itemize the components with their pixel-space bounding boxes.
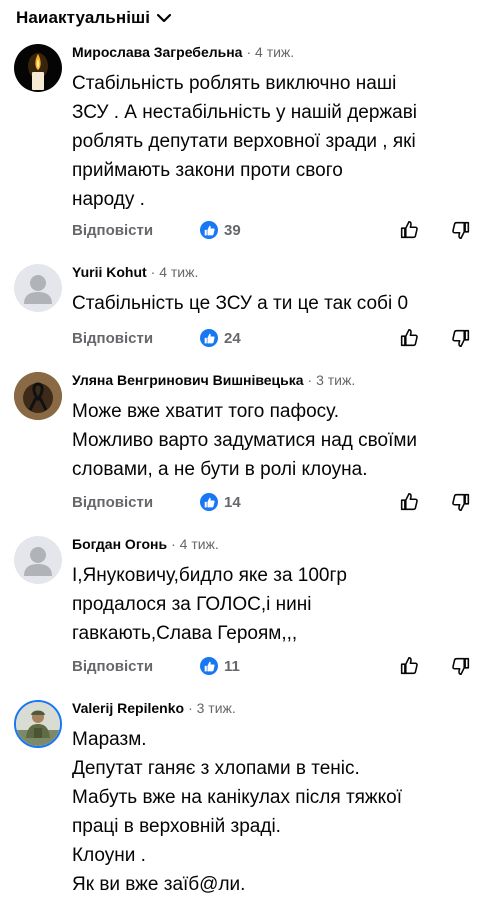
arrow-down-icon[interactable] bbox=[450, 491, 472, 513]
default-avatar-icon bbox=[14, 536, 62, 584]
like-count: 24 bbox=[224, 329, 241, 347]
timestamp[interactable]: · 4 тиж. bbox=[171, 536, 219, 552]
thumbs-up-icon bbox=[200, 329, 218, 347]
timestamp[interactable]: · 4 тиж. bbox=[246, 44, 294, 60]
arrow-up-icon[interactable] bbox=[398, 327, 420, 349]
reply-button[interactable]: Відповісти bbox=[72, 330, 200, 347]
chevron-down-icon bbox=[157, 13, 172, 23]
arrow-down-icon[interactable] bbox=[450, 219, 472, 241]
like-summary[interactable]: 39 bbox=[200, 221, 241, 239]
comment-text: Стабільність це ЗСУ а ти це так собі 0 bbox=[72, 293, 409, 314]
thumbs-up-icon bbox=[200, 657, 218, 675]
arrow-down-icon[interactable] bbox=[450, 327, 472, 349]
timestamp[interactable]: · 3 тиж. bbox=[308, 372, 356, 388]
arrow-up-icon[interactable] bbox=[398, 655, 420, 677]
author-name[interactable]: Богдан Огонь bbox=[72, 536, 167, 552]
like-count: 11 bbox=[224, 657, 240, 675]
default-avatar-icon bbox=[14, 264, 62, 312]
comment-actions: Відповісти 24 bbox=[72, 326, 482, 350]
soldier-avatar-icon bbox=[16, 702, 60, 746]
comment-text: Може вже хватит того пафосу. Можливо вар… bbox=[72, 401, 418, 480]
sort-label: Наиактуальніші bbox=[16, 8, 151, 27]
arrow-down-icon[interactable] bbox=[450, 655, 472, 677]
arrow-up-icon[interactable] bbox=[398, 491, 420, 513]
author-name[interactable]: Valerij Repilenko bbox=[72, 700, 184, 716]
timestamp[interactable]: · 4 тиж. bbox=[151, 264, 199, 280]
avatar[interactable] bbox=[14, 700, 62, 748]
thumbs-up-icon bbox=[200, 493, 218, 511]
ribbon-avatar-icon bbox=[14, 372, 62, 420]
like-count: 39 bbox=[224, 221, 241, 239]
author-name[interactable]: Yurii Kohut bbox=[72, 264, 147, 280]
thumbs-up-icon bbox=[200, 221, 218, 239]
candle-avatar-icon bbox=[14, 44, 62, 92]
sort-dropdown[interactable]: Наиактуальніші bbox=[16, 6, 172, 30]
avatar[interactable] bbox=[14, 44, 62, 92]
reply-button[interactable]: Відповісти bbox=[72, 658, 200, 675]
timestamp[interactable]: · 3 тиж. bbox=[188, 700, 236, 716]
arrow-up-icon[interactable] bbox=[398, 219, 420, 241]
comment-actions: Відповісти 11 bbox=[72, 654, 482, 678]
like-summary[interactable]: 14 bbox=[200, 493, 241, 511]
comment-text: Маразм. Депутат ганяє з хлопами в теніс.… bbox=[72, 729, 403, 895]
reply-button[interactable]: Відповісти bbox=[72, 494, 200, 511]
like-summary[interactable]: 11 bbox=[200, 657, 240, 675]
comment-actions: Відповісти 14 bbox=[72, 490, 482, 514]
comment-text: І,Януковичу,бидло яке за 100гр продалося… bbox=[72, 565, 347, 644]
like-summary[interactable]: 24 bbox=[200, 329, 241, 347]
like-count: 14 bbox=[224, 493, 241, 511]
author-name[interactable]: Мирослава Загребельна bbox=[72, 44, 242, 60]
avatar[interactable] bbox=[14, 536, 62, 584]
comment-text: Стабільність роблять виключно наші ЗСУ .… bbox=[72, 73, 418, 210]
avatar[interactable] bbox=[14, 372, 62, 420]
comment-actions: Відповісти 39 bbox=[72, 218, 482, 242]
author-name[interactable]: Уляна Венгринович Вишнівецька bbox=[72, 372, 304, 388]
reply-button[interactable]: Відповісти bbox=[72, 222, 200, 239]
avatar[interactable] bbox=[14, 264, 62, 312]
